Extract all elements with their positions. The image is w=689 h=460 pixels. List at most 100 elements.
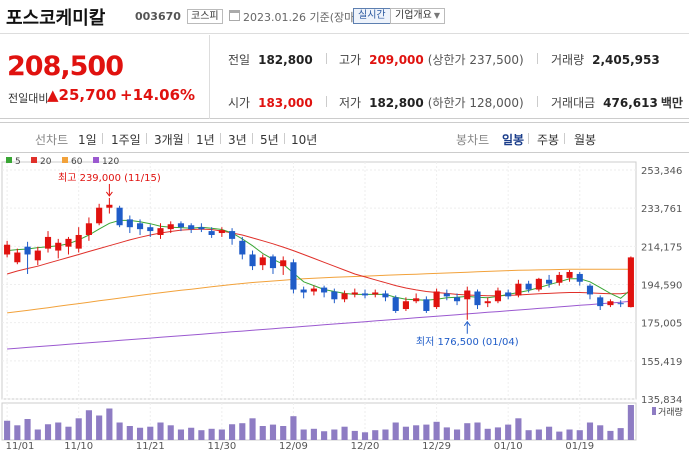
stat-separator bbox=[326, 96, 327, 107]
amount-label: 거래대금 bbox=[551, 96, 596, 110]
candle-body bbox=[310, 288, 317, 292]
current-price: 208,500 bbox=[7, 51, 124, 82]
volume-bar bbox=[229, 424, 236, 440]
volume-bar bbox=[586, 422, 594, 440]
candle-body bbox=[177, 223, 185, 228]
volume-bar bbox=[341, 426, 348, 440]
x-tick-label: 11/01 bbox=[6, 441, 35, 452]
line-chart-label: 선차트 bbox=[35, 133, 69, 147]
upper-limit: (상한가 237,500) bbox=[427, 53, 524, 67]
tab-1week[interactable]: 1주일 bbox=[111, 131, 141, 148]
candle-body bbox=[321, 287, 328, 293]
tab-weekly[interactable]: 주봉 bbox=[537, 131, 559, 148]
tab-3month[interactable]: 3개월 bbox=[154, 131, 184, 148]
volume-bar bbox=[55, 422, 62, 440]
tab-5year[interactable]: 5년 bbox=[260, 131, 279, 148]
legend-label: 60 bbox=[71, 157, 83, 167]
candle-body bbox=[44, 236, 52, 249]
stock-header: 포스코케미칼 003670 코스피 2023.01.26 기준(장마감) 실시간… bbox=[0, 0, 689, 34]
candle-body bbox=[300, 289, 307, 293]
min-annotation: 최저 176,500 (01/04) bbox=[416, 336, 519, 348]
legend-swatch bbox=[31, 157, 37, 163]
volume-bar bbox=[443, 427, 450, 440]
volume-bar bbox=[188, 427, 195, 440]
tab-separator bbox=[284, 133, 285, 144]
tab-monthly[interactable]: 월봉 bbox=[574, 131, 596, 148]
candle-body bbox=[249, 254, 256, 267]
tab-daily[interactable]: 일봉 bbox=[502, 131, 524, 148]
candle-body bbox=[515, 283, 522, 296]
volume-bar bbox=[44, 424, 52, 440]
volume-bar bbox=[136, 427, 144, 440]
volume-bar bbox=[147, 426, 154, 440]
legend-swatch bbox=[6, 157, 12, 163]
stat-volume: 거래량 2,405,953 bbox=[551, 51, 660, 68]
legend-label: 5 bbox=[15, 157, 21, 167]
legend-swatch bbox=[93, 157, 99, 163]
candle-body bbox=[474, 291, 481, 306]
candle-body bbox=[535, 278, 542, 290]
lower-limit: (하한가 128,000) bbox=[427, 96, 524, 110]
candle-body bbox=[566, 272, 573, 278]
volume-bar bbox=[515, 418, 522, 440]
volume-bar bbox=[566, 429, 573, 440]
tab-10year[interactable]: 10년 bbox=[291, 131, 317, 148]
amount-value: 476,613 bbox=[603, 96, 658, 110]
company-overview-dropdown[interactable]: 기업개요 ▼ bbox=[390, 8, 445, 24]
candle-body bbox=[392, 297, 399, 311]
candle-body bbox=[494, 290, 502, 302]
volume-bar bbox=[392, 422, 399, 440]
candle-body bbox=[4, 244, 11, 255]
volume-bar bbox=[433, 421, 440, 440]
prev-close-value: 182,800 bbox=[258, 53, 313, 67]
x-tick-label: 11/30 bbox=[207, 441, 236, 452]
volume-bar bbox=[372, 430, 379, 440]
y-tick-label: 233,761 bbox=[641, 204, 682, 215]
volume-bar bbox=[106, 408, 113, 440]
ma120-line bbox=[7, 300, 631, 350]
candle-body bbox=[351, 292, 358, 295]
volume-bar bbox=[402, 426, 409, 440]
volume-bar bbox=[96, 415, 103, 440]
chevron-down-icon: ▼ bbox=[433, 11, 440, 20]
tab-separator bbox=[528, 133, 529, 144]
x-tick-label: 12/09 bbox=[279, 441, 308, 452]
volume-bar bbox=[382, 429, 389, 440]
market-badge: 코스피 bbox=[187, 9, 223, 24]
candle-body bbox=[453, 297, 461, 302]
candle-body bbox=[290, 262, 297, 290]
price-chart[interactable]: 253,346 233,761 214,175 194,590 175,005 155,4… bbox=[0, 153, 689, 460]
candle-body bbox=[14, 252, 21, 263]
tab-separator bbox=[564, 133, 565, 144]
candle-body bbox=[505, 292, 512, 297]
candle-body bbox=[269, 256, 277, 269]
volume-bar bbox=[157, 422, 164, 440]
tab-separator bbox=[252, 133, 253, 144]
volume-bar bbox=[413, 425, 420, 440]
volume-bar bbox=[24, 419, 31, 440]
tab-3year[interactable]: 3년 bbox=[228, 131, 247, 148]
candle-body bbox=[597, 297, 604, 307]
volume-bar bbox=[556, 431, 563, 440]
volume-bar bbox=[34, 429, 41, 440]
realtime-button[interactable]: 실시간 bbox=[353, 8, 391, 24]
candle-body bbox=[157, 228, 164, 235]
volume-bar bbox=[85, 410, 92, 440]
volume-bar bbox=[177, 429, 185, 440]
candlestick-chart-svg[interactable]: 253,346 233,761 214,175 194,590 175,005 155,4… bbox=[0, 153, 689, 460]
volume-bar bbox=[576, 430, 583, 440]
stat-separator bbox=[537, 53, 538, 64]
volume-bar bbox=[361, 432, 369, 440]
ma60-line bbox=[7, 268, 631, 314]
volume-bar bbox=[505, 424, 512, 440]
candle-body bbox=[96, 207, 103, 224]
volume-bar bbox=[116, 422, 123, 440]
candle-body bbox=[229, 231, 236, 239]
volume-legend-swatch bbox=[652, 407, 656, 415]
candle-body bbox=[402, 301, 409, 310]
tab-1day[interactable]: 1일 bbox=[78, 131, 97, 148]
tab-1year[interactable]: 1년 bbox=[196, 131, 215, 148]
candle-body bbox=[34, 250, 41, 261]
volume-label: 거래량 bbox=[551, 53, 585, 67]
candle-body bbox=[576, 273, 583, 282]
